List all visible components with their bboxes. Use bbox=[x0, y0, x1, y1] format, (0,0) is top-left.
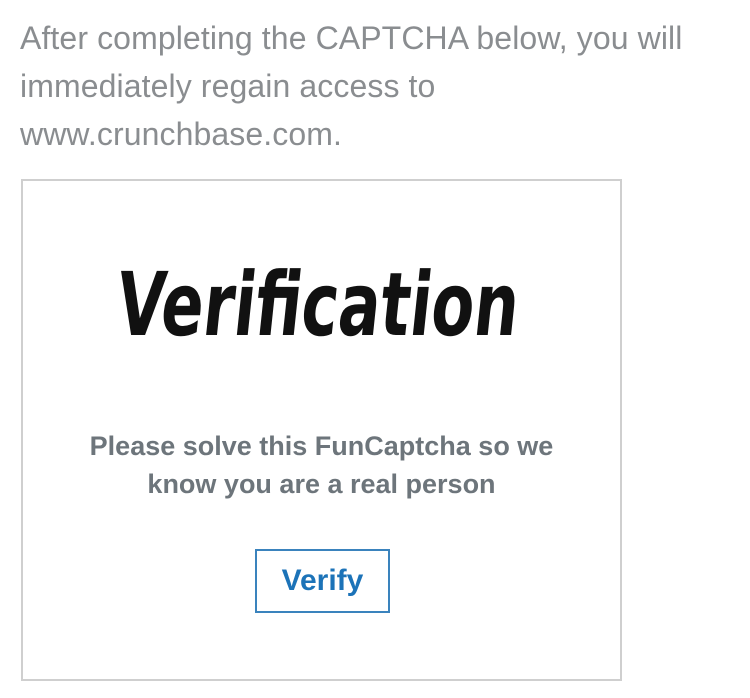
funcaptcha-widget: Verification Please solve this FunCaptch… bbox=[21, 179, 622, 681]
logo-text: Verification bbox=[112, 253, 525, 356]
verify-button[interactable]: Verify bbox=[255, 549, 390, 613]
instruction-line-2: know you are a real person bbox=[147, 469, 496, 499]
instruction-line-1: Please solve this FunCaptcha so we bbox=[89, 431, 554, 461]
verification-logo: Verification bbox=[111, 249, 531, 359]
access-message: After completing the CAPTCHA below, you … bbox=[20, 20, 683, 152]
captcha-instruction: Please solve this FunCaptcha so we know … bbox=[23, 427, 620, 503]
